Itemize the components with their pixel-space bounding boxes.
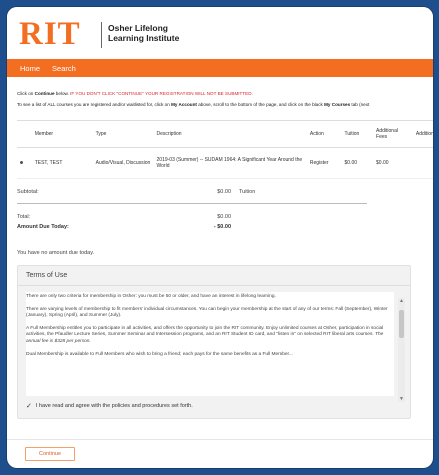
table-row: TEST, TEST Audio/Visual, Discussion 2019… bbox=[17, 147, 433, 179]
main-navbar: Home Search bbox=[7, 59, 433, 77]
totals-divider bbox=[17, 203, 367, 204]
notice2-suffix: tab (next bbox=[350, 102, 370, 107]
logo-subtitle: Osher Lifelong Learning Institute bbox=[108, 23, 188, 43]
header-action: Action bbox=[306, 120, 342, 148]
my-courses-link[interactable]: My Courses bbox=[324, 102, 350, 107]
logo-divider bbox=[101, 22, 102, 48]
row-bullet-cell bbox=[17, 147, 32, 179]
terms-paragraph-text: A Full Membership entitles you to partic… bbox=[26, 325, 384, 338]
header-additional-fees: Additional Fees bbox=[373, 120, 413, 148]
cell-type: Audio/Visual, Discussion bbox=[92, 147, 154, 179]
courses-notice: To see a list of ALL courses you are reg… bbox=[17, 102, 423, 108]
subtotal-label: Subtotal: bbox=[17, 189, 39, 195]
scroll-thumb[interactable] bbox=[399, 310, 404, 338]
no-amount-message: You have no amount due today. bbox=[17, 250, 95, 256]
scroll-up-icon[interactable]: ▲ bbox=[398, 298, 405, 304]
amount-due-row: Amount Due Today: - $0.00 bbox=[17, 224, 423, 230]
cell-description: 2019-03 (Summer) -- SUDAM 1964: A Signif… bbox=[153, 147, 307, 179]
nav-search-link[interactable]: Search bbox=[52, 64, 76, 73]
terms-scrollbar[interactable]: ▲ ▼ bbox=[398, 298, 405, 402]
subtotal-value: $0.00 bbox=[217, 189, 231, 195]
terms-title: Terms of Use bbox=[18, 266, 410, 286]
subtotal-note: Tuition bbox=[239, 189, 256, 195]
terms-paragraph: Dual Membership is available to Full Mem… bbox=[26, 351, 293, 357]
amount-due-label: Amount Due Today: bbox=[17, 224, 69, 230]
site-header: RIT Osher Lifelong Learning Institute bbox=[7, 7, 433, 59]
continue-notice: Click on Continue below. IF YOU DON'T CL… bbox=[17, 91, 423, 97]
total-value: $0.00 bbox=[217, 214, 231, 220]
terms-paragraph: A Full Membership entitles you to partic… bbox=[26, 326, 394, 346]
continue-button[interactable]: Continue bbox=[25, 447, 75, 461]
total-label: Total: bbox=[17, 214, 31, 220]
notice-middle: below. bbox=[54, 91, 71, 96]
header-tuition: Tuition bbox=[341, 120, 374, 148]
checkmark-icon[interactable]: ✓ bbox=[26, 402, 32, 410]
agree-checkbox-row[interactable]: ✓ I have read and agree with the policie… bbox=[18, 396, 410, 418]
header-additional-items: Additional Items bbox=[412, 120, 433, 148]
notice-prefix: Click on bbox=[17, 91, 35, 96]
cell-action: Register bbox=[306, 147, 342, 179]
page: RIT Osher Lifelong Learning Institute Ho… bbox=[7, 7, 433, 468]
logo-subtitle-line1: Osher Lifelong bbox=[108, 23, 168, 33]
header-member: Member bbox=[31, 120, 93, 148]
terms-paragraph: There are varying levels of membership t… bbox=[26, 306, 388, 319]
registration-table: Member Type Description Action Tuition A… bbox=[17, 120, 433, 179]
logo-subtitle-line2: Learning Institute bbox=[108, 33, 180, 43]
terms-paragraph: There are only two criteria for membersh… bbox=[26, 294, 276, 299]
notice-warning: IF YOU DON'T CLICK "CONTINUE" YOUR REGIS… bbox=[70, 91, 253, 96]
cell-member: TEST, TEST bbox=[31, 147, 93, 179]
header-type: Type bbox=[92, 120, 154, 148]
nav-home-link[interactable]: Home bbox=[20, 64, 40, 73]
totals-section: Subtotal: $0.00 Tuition Total: $0.00 Amo… bbox=[17, 189, 423, 230]
notice2-prefix: To see a list of ALL courses you are reg… bbox=[17, 102, 172, 107]
bullet-icon bbox=[20, 161, 23, 164]
total-row: Total: $0.00 bbox=[17, 214, 423, 220]
notice2-middle: above, scroll to the bottom of the page,… bbox=[196, 102, 325, 107]
scroll-down-icon[interactable]: ▼ bbox=[398, 396, 405, 402]
cell-tuition: $0.00 bbox=[341, 147, 374, 179]
header-description: Description bbox=[153, 120, 307, 148]
terms-text-area[interactable]: There are only two criteria for membersh… bbox=[26, 292, 394, 396]
main-content: Click on Continue below. IF YOU DON'T CL… bbox=[7, 91, 433, 419]
my-account-link[interactable]: My Account bbox=[171, 102, 197, 107]
notice-continue-bold: Continue bbox=[34, 91, 55, 96]
cell-fees: $0.00 bbox=[373, 147, 413, 179]
terms-of-use-panel: Terms of Use There are only two criteria… bbox=[17, 265, 411, 419]
agree-label: I have read and agree with the policies … bbox=[35, 403, 193, 409]
cell-items bbox=[412, 147, 433, 179]
subtotal-row: Subtotal: $0.00 Tuition bbox=[17, 189, 423, 195]
header-bullet-col bbox=[17, 120, 32, 148]
footer-divider bbox=[7, 439, 433, 440]
amount-due-value: - $0.00 bbox=[213, 224, 231, 230]
table-header-row: Member Type Description Action Tuition A… bbox=[17, 120, 433, 148]
rit-logo[interactable]: RIT bbox=[19, 17, 81, 51]
